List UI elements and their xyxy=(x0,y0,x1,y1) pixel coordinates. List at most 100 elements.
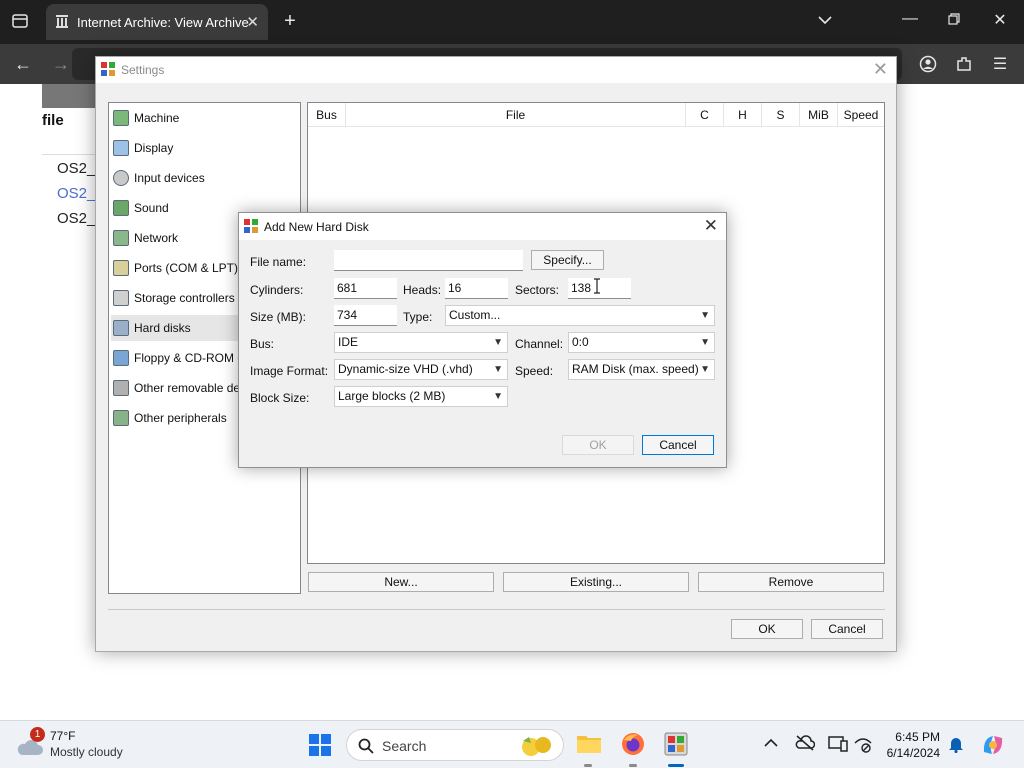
specify-button[interactable]: Specify... xyxy=(531,250,604,270)
tab-actions-icon[interactable] xyxy=(10,12,30,32)
86box-taskbar-icon[interactable] xyxy=(663,731,689,757)
floppy-cdrom-icon xyxy=(113,350,129,366)
file-column-header: file xyxy=(42,112,64,129)
search-icon xyxy=(358,738,374,754)
ports-icon xyxy=(113,260,129,276)
notification-bell-icon[interactable] xyxy=(948,735,966,755)
peripherals-icon xyxy=(113,410,129,426)
column-speed[interactable]: Speed xyxy=(838,103,884,127)
category-display[interactable]: Display xyxy=(111,135,300,161)
category-machine[interactable]: Machine xyxy=(111,105,300,131)
disk-list-header: Bus File C H S MiB Speed xyxy=(308,103,884,127)
network-tray-icon[interactable] xyxy=(853,735,873,753)
show-hidden-icons-chevron-icon[interactable] xyxy=(764,737,778,751)
image-format-select[interactable]: Dynamic-size VHD (.vhd) ▼ xyxy=(334,359,508,380)
active-app-indicator xyxy=(668,764,684,767)
heads-label: Heads: xyxy=(403,283,442,297)
cylinders-input[interactable]: 681 xyxy=(334,278,397,299)
weather-temperature: 77°F xyxy=(50,729,76,743)
speed-value: RAM Disk (max. speed) xyxy=(572,362,699,376)
menu-icon[interactable]: ☰ xyxy=(990,54,1010,74)
file-link[interactable]: OS2_ xyxy=(57,210,95,227)
remove-disk-button[interactable]: Remove xyxy=(698,572,884,592)
hard-disks-icon xyxy=(113,320,129,336)
extensions-icon[interactable] xyxy=(954,55,974,78)
bus-select[interactable]: IDE ▼ xyxy=(334,332,508,353)
existing-disk-button[interactable]: Existing... xyxy=(503,572,689,592)
file-name-label: File name: xyxy=(250,255,307,269)
dialog-title-bar: Add New Hard Disk ✕ xyxy=(239,213,726,240)
search-highlight-icon xyxy=(522,737,551,756)
chevron-down-icon: ▼ xyxy=(700,364,710,375)
block-size-select[interactable]: Large blocks (2 MB) ▼ xyxy=(334,386,508,407)
windows-logo-icon xyxy=(309,734,331,756)
tab-close-icon[interactable]: ✕ xyxy=(246,13,259,31)
taskbar-search[interactable]: Search xyxy=(346,729,564,761)
sound-icon xyxy=(113,200,129,216)
account-icon[interactable] xyxy=(918,55,938,78)
settings-ok-button[interactable]: OK xyxy=(731,619,803,639)
dialog-cancel-button[interactable]: Cancel xyxy=(642,435,714,455)
back-icon[interactable]: ← xyxy=(12,54,34,75)
column-cylinders[interactable]: C xyxy=(686,103,724,127)
chevron-down-icon: ▼ xyxy=(493,337,503,348)
block-size-value: Large blocks (2 MB) xyxy=(338,389,446,403)
divider xyxy=(108,609,885,610)
onedrive-offline-icon[interactable] xyxy=(795,735,816,753)
removable-devices-icon xyxy=(113,380,129,396)
settings-title: Settings xyxy=(121,63,165,77)
browser-tab-strip: Internet Archive: View Archive ✕ + — ✕ xyxy=(0,0,1024,44)
dialog-ok-button[interactable]: OK xyxy=(562,435,634,455)
file-link[interactable]: OS2_ xyxy=(57,160,95,177)
sectors-label: Sectors: xyxy=(515,283,560,297)
speed-select[interactable]: RAM Disk (max. speed) ▼ xyxy=(568,359,715,380)
forward-icon[interactable]: → xyxy=(50,54,72,75)
new-disk-button[interactable]: New... xyxy=(308,572,494,592)
channel-value: 0:0 xyxy=(572,335,589,349)
channel-select[interactable]: 0:0 ▼ xyxy=(568,332,715,353)
column-bus[interactable]: Bus xyxy=(308,103,346,127)
settings-cancel-button[interactable]: Cancel xyxy=(811,619,883,639)
file-link[interactable]: OS2_ xyxy=(57,185,95,202)
type-select[interactable]: Custom... ▼ xyxy=(445,305,715,326)
storage-controllers-icon xyxy=(113,290,129,306)
file-explorer-icon[interactable] xyxy=(576,732,602,756)
size-label: Size (MB): xyxy=(250,310,307,324)
search-placeholder: Search xyxy=(382,738,427,754)
copilot-icon[interactable] xyxy=(980,732,1006,758)
bus-value: IDE xyxy=(338,335,359,349)
heads-input[interactable]: 16 xyxy=(445,278,508,299)
add-hard-disk-dialog: Add New Hard Disk ✕ File name: Specify..… xyxy=(238,212,727,468)
column-mib[interactable]: MiB xyxy=(800,103,838,127)
block-size-label: Block Size: xyxy=(250,391,310,405)
category-input-devices[interactable]: Input devices xyxy=(111,165,300,191)
page-header-strip xyxy=(42,84,102,108)
tab-title: Internet Archive: View Archive xyxy=(77,15,249,30)
restore-icon[interactable] xyxy=(944,12,964,30)
input-devices-icon xyxy=(113,170,129,186)
clock[interactable]: 6:45 PM 6/14/2024 xyxy=(887,729,940,761)
active-tab[interactable]: Internet Archive: View Archive ✕ xyxy=(46,4,268,40)
firefox-icon[interactable] xyxy=(620,731,646,757)
size-input[interactable]: 734 xyxy=(334,305,397,326)
column-file[interactable]: File xyxy=(346,103,686,127)
text-cursor-icon xyxy=(594,278,600,294)
weather-widget[interactable]: 1 77°F Mostly cloudy xyxy=(14,727,144,763)
settings-title-bar: Settings ✕ xyxy=(96,57,896,83)
settings-close-icon[interactable]: ✕ xyxy=(873,59,888,80)
column-heads[interactable]: H xyxy=(724,103,762,127)
tab-list-chevron-icon[interactable] xyxy=(815,12,835,30)
new-tab-icon[interactable]: + xyxy=(280,10,300,33)
weather-alert-badge: 1 xyxy=(30,727,45,742)
file-name-input[interactable] xyxy=(334,250,523,271)
column-sectors[interactable]: S xyxy=(762,103,800,127)
start-button[interactable] xyxy=(308,733,332,757)
running-indicator xyxy=(584,764,592,767)
display-tray-icon[interactable] xyxy=(828,735,848,753)
chevron-down-icon: ▼ xyxy=(493,391,503,402)
minimize-icon[interactable]: — xyxy=(900,10,920,28)
window-close-icon[interactable]: ✕ xyxy=(990,10,1010,30)
cylinders-label: Cylinders: xyxy=(250,283,304,297)
dialog-close-icon[interactable]: ✕ xyxy=(704,216,718,236)
type-label: Type: xyxy=(403,310,433,324)
